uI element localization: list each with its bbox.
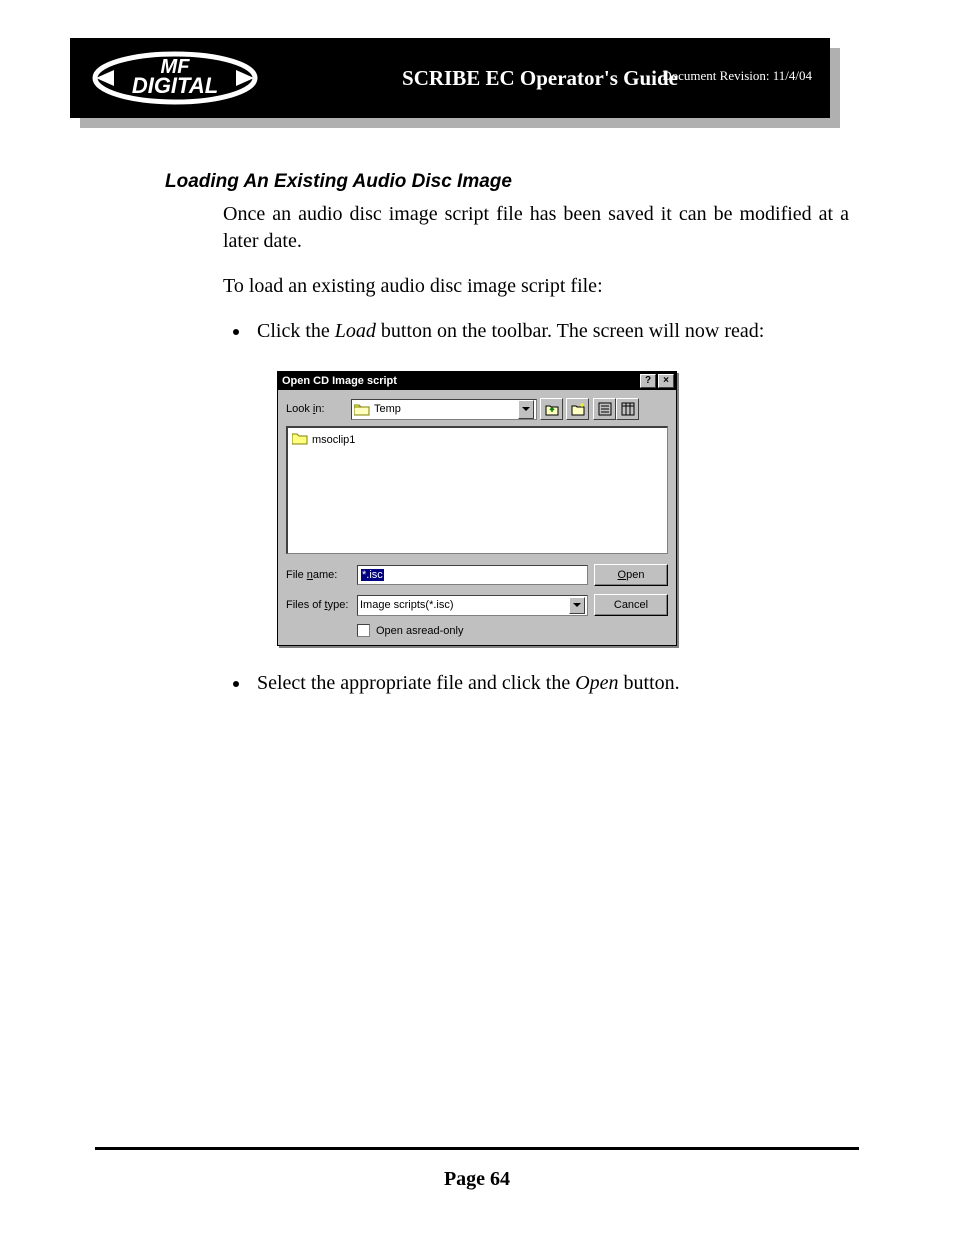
filename-label: File name: [286, 569, 351, 581]
close-button[interactable]: × [658, 374, 674, 388]
svg-text:DIGITAL: DIGITAL [132, 73, 218, 98]
open-button[interactable]: Open [594, 564, 668, 586]
folder-icon [354, 403, 370, 416]
para-intro: Once an audio disc image script file has… [223, 201, 849, 255]
bullet-load: Click the Load button on the toolbar. Th… [251, 318, 849, 345]
filetype-select[interactable]: Image scripts(*.isc) [357, 595, 588, 616]
lookin-value: Temp [374, 403, 401, 415]
page-number: Page 64 [0, 1150, 954, 1191]
mf-digital-logo: MF DIGITAL [80, 48, 270, 108]
chevron-down-icon[interactable] [569, 597, 585, 614]
list-item[interactable]: msoclip1 [292, 432, 663, 448]
filetype-label: Files of type: [286, 599, 351, 611]
new-folder-button[interactable] [566, 398, 589, 420]
lookin-label: Look in: [286, 403, 351, 415]
up-one-level-button[interactable] [540, 398, 563, 420]
help-button[interactable]: ? [640, 374, 656, 388]
dialog-title-text: Open CD Image script [282, 375, 638, 387]
chevron-down-icon[interactable] [518, 400, 534, 419]
details-view-button[interactable] [616, 398, 639, 420]
readonly-checkbox[interactable] [357, 624, 370, 637]
para-instructions: To load an existing audio disc image scr… [223, 273, 849, 300]
cancel-button[interactable]: Cancel [594, 594, 668, 616]
filename-field[interactable]: *.isc [357, 565, 588, 585]
folder-icon [292, 432, 308, 448]
lookin-combo[interactable]: Temp [351, 399, 537, 420]
bullet-open: Select the appropriate file and click th… [251, 670, 849, 697]
open-file-dialog: Open CD Image script ? × Look in: Tem [277, 371, 677, 646]
doc-revision: Document Revision: 11/4/04 [662, 68, 812, 84]
dialog-titlebar: Open CD Image script ? × [278, 372, 676, 390]
list-view-button[interactable] [593, 398, 616, 420]
file-list[interactable]: msoclip1 [286, 426, 668, 554]
header-banner: MF DIGITAL SCRIBE EC Operator's Guide Do… [70, 38, 884, 126]
readonly-checkbox-row[interactable]: Open as read-only [357, 624, 588, 637]
section-heading: Loading An Existing Audio Disc Image [95, 171, 859, 193]
